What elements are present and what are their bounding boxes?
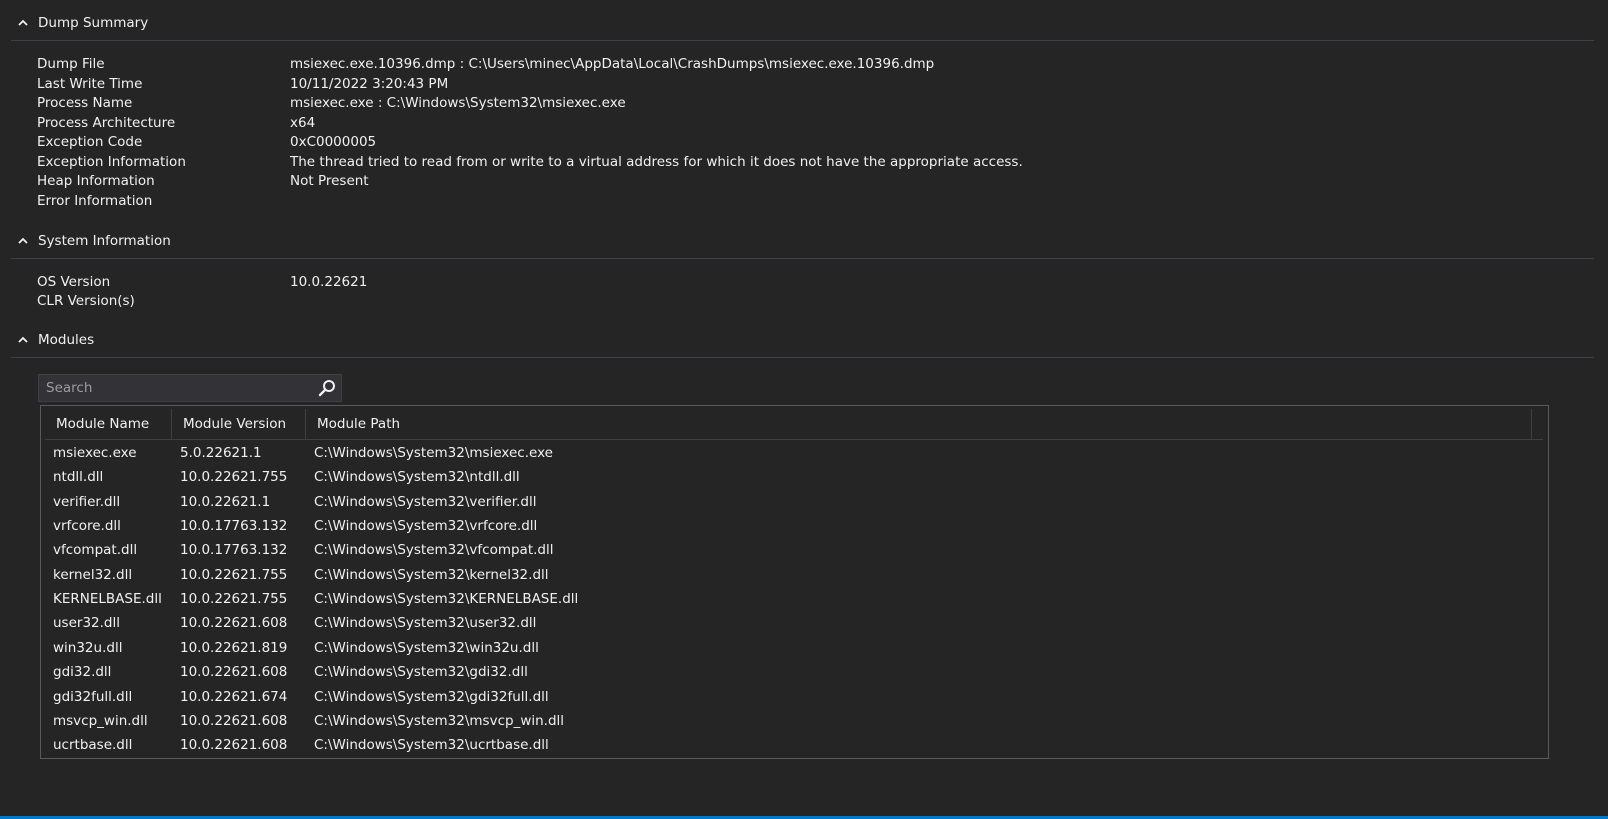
cell-module-name: KERNELBASE.dll bbox=[53, 591, 162, 608]
table-row[interactable]: vrfcore.dll 10.0.17763.132 C:\Windows\Syst… bbox=[45, 514, 1543, 538]
label-os-version: OS Version bbox=[37, 274, 111, 290]
cell-module-path: C:\Windows\System32\KERNELBASE.dll bbox=[314, 591, 579, 608]
value-os-version: 10.0.22621 bbox=[290, 274, 368, 290]
section-header-modules[interactable]: Modules bbox=[11, 324, 1594, 358]
table-row[interactable]: vfcompat.dll 10.0.17763.132 C:\Windows\Sys… bbox=[45, 538, 1543, 562]
cell-module-path: C:\Windows\System32\win32u.dll bbox=[314, 639, 539, 656]
cell-module-name: user32.dll bbox=[53, 615, 120, 632]
cell-module-path: C:\Windows\System32\gdi32full.dll bbox=[314, 688, 549, 705]
value-exception-information: The thread tried to read from or write t… bbox=[290, 154, 1023, 170]
cell-module-version: 10.0.22621.608 bbox=[180, 737, 288, 754]
label-process-name: Process Name bbox=[37, 95, 133, 111]
chevron-up-icon[interactable] bbox=[17, 334, 29, 346]
dump-summary-page: Dump Summary Dump File msiexec.exe.10396… bbox=[0, 0, 1608, 819]
table-row[interactable]: user32.dll 10.0.22621.608 C:\Windows\Syste… bbox=[45, 611, 1543, 635]
cell-module-name: gdi32.dll bbox=[53, 664, 112, 681]
cell-module-name: ntdll.dll bbox=[53, 469, 104, 486]
cell-module-version: 10.0.22621.1 bbox=[180, 493, 271, 510]
column-header-module-path[interactable]: Module Path bbox=[306, 409, 1532, 439]
cell-module-name: vfcompat.dll bbox=[53, 542, 138, 559]
column-header-filler bbox=[1532, 409, 1543, 439]
table-row[interactable]: gdi32full.dll 10.0.22621.674 C:\Windows\Sy… bbox=[45, 685, 1543, 709]
cell-module-name: ucrtbase.dll bbox=[53, 737, 133, 754]
search-icon[interactable] bbox=[316, 377, 338, 399]
cell-module-path: C:\Windows\System32\vfcompat.dll bbox=[314, 542, 554, 559]
search-input[interactable] bbox=[39, 375, 314, 401]
cell-module-version: 10.0.22621.674 bbox=[180, 688, 288, 705]
cell-module-version: 10.0.22621.755 bbox=[180, 566, 288, 583]
cell-module-version: 5.0.22621.1 bbox=[180, 445, 262, 461]
value-process-architecture: x64 bbox=[290, 115, 316, 131]
label-error-information: Error Information bbox=[37, 193, 153, 209]
label-last-write-time: Last Write Time bbox=[37, 76, 143, 92]
cell-module-path: C:\Windows\System32\user32.dll bbox=[314, 615, 537, 632]
value-exception-code: 0xC0000005 bbox=[290, 134, 377, 150]
value-process-name: msiexec.exe : C:\Windows\System32\msiexe… bbox=[290, 95, 626, 111]
cell-module-name: gdi32full.dll bbox=[53, 688, 133, 705]
table-header: Module Name Module Version Module Path bbox=[45, 409, 1543, 440]
cell-module-name: vrfcore.dll bbox=[53, 518, 121, 535]
cell-module-name: kernel32.dll bbox=[53, 566, 133, 583]
value-heap-information: Not Present bbox=[290, 173, 369, 189]
label-clr-versions: CLR Version(s) bbox=[37, 293, 135, 309]
table-row[interactable]: gdi32.dll 10.0.22621.608 C:\Windows\System… bbox=[45, 660, 1543, 684]
value-dump-file: msiexec.exe.10396.dmp : C:\Users\minec\A… bbox=[290, 56, 935, 72]
section-header-dump-summary[interactable]: Dump Summary bbox=[11, 7, 1594, 41]
chevron-up-icon[interactable] bbox=[17, 17, 29, 29]
cell-module-name: msvcp_win.dll bbox=[53, 712, 148, 729]
cell-module-version: 10.0.22621.608 bbox=[180, 712, 288, 729]
label-heap-information: Heap Information bbox=[37, 173, 155, 189]
cell-module-version: 10.0.22621.755 bbox=[180, 469, 288, 486]
section-title-dump-summary: Dump Summary bbox=[38, 15, 149, 31]
column-header-module-name[interactable]: Module Name bbox=[45, 409, 172, 439]
label-process-architecture: Process Architecture bbox=[37, 115, 176, 131]
cell-module-version: 10.0.22621.608 bbox=[180, 664, 288, 681]
cell-module-path: C:\Windows\System32\ucrtbase.dll bbox=[314, 737, 549, 754]
section-title-system-information: System Information bbox=[38, 233, 171, 249]
cell-module-name: win32u.dll bbox=[53, 639, 123, 656]
section-header-system-information[interactable]: System Information bbox=[11, 225, 1594, 259]
label-dump-file: Dump File bbox=[37, 56, 105, 72]
table-row[interactable]: ucrtbase.dll 10.0.22621.608 C:\Windows\Sys… bbox=[45, 733, 1543, 757]
table-row[interactable]: msiexec.exe 5.0.22621.1 C:\Windows\System3… bbox=[45, 441, 1543, 465]
cell-module-name: msiexec.exe bbox=[53, 445, 137, 461]
section-title-modules: Modules bbox=[38, 332, 95, 348]
cell-module-version: 10.0.22621.755 bbox=[180, 591, 288, 608]
table-row[interactable]: win32u.dll 10.0.22621.819 C:\Windows\Syste… bbox=[45, 636, 1543, 660]
table-row[interactable]: verifier.dll 10.0.22621.1 C:\Windows\Syste… bbox=[45, 490, 1543, 514]
cell-module-path: C:\Windows\System32\kernel32.dll bbox=[314, 566, 549, 583]
cell-module-path: C:\Windows\System32\msvcp_win.dll bbox=[314, 712, 565, 729]
value-last-write-time: 10/11/2022 3:20:43 PM bbox=[290, 76, 449, 92]
table-row[interactable]: msvcp_win.dll 10.0.22621.608 C:\Windows\Sy… bbox=[45, 709, 1543, 733]
chevron-up-icon[interactable] bbox=[17, 235, 29, 247]
cell-module-path: C:\Windows\System32\ntdll.dll bbox=[314, 469, 520, 486]
cell-module-path: C:\Windows\System32\msiexec.exe bbox=[314, 445, 553, 461]
cell-module-version: 10.0.17763.132 bbox=[180, 542, 288, 559]
cell-module-version: 10.0.22621.608 bbox=[180, 615, 288, 632]
column-header-module-version[interactable]: Module Version bbox=[172, 409, 306, 439]
cell-module-version: 10.0.22621.819 bbox=[180, 639, 288, 656]
table-row[interactable]: KERNELBASE.dll 10.0.22621.755 C:\Windows\S… bbox=[45, 587, 1543, 611]
table-row[interactable]: ntdll.dll 10.0.22621.755 C:\Windows\System… bbox=[45, 465, 1543, 489]
module-search-box bbox=[38, 374, 342, 402]
cell-module-name: verifier.dll bbox=[53, 493, 121, 510]
modules-table: Module Name Module Version Module Path m… bbox=[40, 405, 1549, 759]
table-row[interactable]: kernel32.dll 10.0.22621.755 C:\Windows\Sys… bbox=[45, 563, 1543, 587]
label-exception-information: Exception Information bbox=[37, 154, 186, 170]
cell-module-version: 10.0.17763.132 bbox=[180, 518, 288, 535]
label-exception-code: Exception Code bbox=[37, 134, 143, 150]
cell-module-path: C:\Windows\System32\gdi32.dll bbox=[314, 664, 528, 681]
cell-module-path: C:\Windows\System32\vrfcore.dll bbox=[314, 518, 538, 535]
cell-module-path: C:\Windows\System32\verifier.dll bbox=[314, 493, 537, 510]
